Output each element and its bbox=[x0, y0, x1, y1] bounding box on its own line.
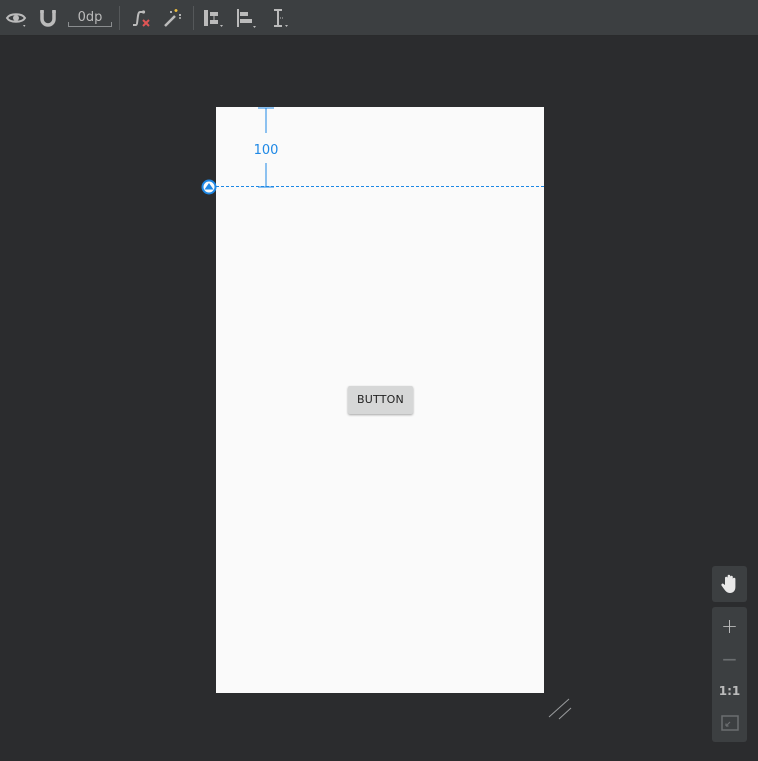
clear-constraints-icon bbox=[133, 10, 150, 27]
autoconnect-button[interactable] bbox=[36, 6, 60, 30]
eye-icon bbox=[5, 13, 27, 27]
guidelines-icon bbox=[274, 9, 288, 27]
view-options-button[interactable] bbox=[4, 6, 28, 30]
horizontal-guideline[interactable] bbox=[216, 186, 544, 187]
zoom-controls: + − 1:1 bbox=[712, 607, 747, 742]
toolbar-separator bbox=[119, 6, 120, 30]
button-widget[interactable]: BUTTON bbox=[348, 386, 413, 414]
infer-constraints-button[interactable] bbox=[160, 6, 184, 30]
pack-button[interactable] bbox=[201, 6, 225, 30]
zoom-out-button[interactable]: − bbox=[712, 644, 747, 674]
zoom-in-button[interactable]: + bbox=[712, 611, 747, 641]
design-toolbar: 0dp bbox=[0, 0, 758, 36]
guideline-handle-icon[interactable] bbox=[201, 179, 217, 195]
zoom-to-fit-button[interactable] bbox=[712, 708, 747, 738]
clear-constraints-button[interactable] bbox=[128, 6, 152, 30]
align-button[interactable] bbox=[234, 6, 258, 30]
pack-icon bbox=[204, 10, 223, 27]
zoom-to-fit-icon bbox=[720, 715, 739, 731]
zoom-actual-size-button[interactable]: 1:1 bbox=[712, 676, 747, 706]
hand-icon bbox=[720, 574, 735, 593]
guideline-offset-label: 100 bbox=[246, 143, 286, 159]
resize-handle-icon[interactable] bbox=[547, 697, 573, 721]
guidelines-button[interactable] bbox=[268, 6, 292, 30]
default-margin-dropdown[interactable]: 0dp bbox=[68, 9, 112, 27]
pan-button[interactable] bbox=[712, 566, 747, 602]
align-icon bbox=[237, 9, 256, 28]
magnet-icon bbox=[40, 10, 56, 27]
magic-wand-icon bbox=[164, 9, 181, 27]
toolbar-separator bbox=[193, 6, 194, 30]
